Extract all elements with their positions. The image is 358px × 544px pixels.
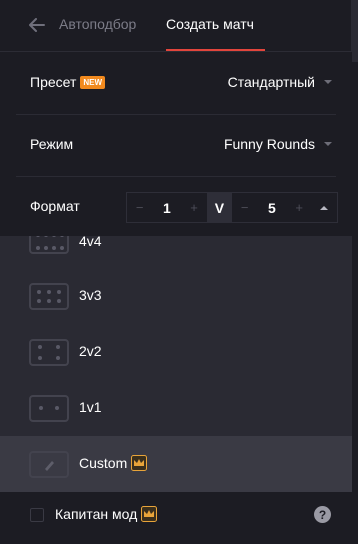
list-item-label: 2v2: [79, 343, 102, 359]
chevron-down-icon: [324, 142, 332, 146]
dice-six-icon: [29, 283, 69, 310]
team1-size-value: 1: [162, 199, 171, 216]
format-label: Формат: [30, 198, 80, 214]
custom-label: Custom: [79, 455, 128, 471]
list-item-3v3[interactable]: 3v3: [0, 268, 352, 324]
captain-mode-checkbox[interactable]: [30, 508, 44, 522]
crown-icon: [131, 455, 148, 472]
scrollbar-edge[interactable]: [351, 0, 358, 62]
preset-select[interactable]: Стандартный: [228, 74, 332, 90]
dice-two-icon: [29, 395, 69, 422]
team1-decrement-button[interactable]: −: [127, 193, 152, 222]
tab-auto-match[interactable]: Автоподбор: [59, 16, 136, 32]
mode-value: Funny Rounds: [223, 136, 315, 152]
team1-increment-button[interactable]: +: [181, 193, 206, 222]
preset-label: Пресет NEW: [30, 74, 106, 90]
versus-label: V: [206, 193, 233, 222]
preset-value: Стандартный: [227, 74, 315, 90]
format-dropdown-toggle[interactable]: [312, 193, 337, 222]
team2-decrement-button[interactable]: −: [232, 193, 257, 222]
list-item-label: Custom: [79, 455, 148, 472]
dice-four-icon: [29, 339, 69, 366]
mode-select[interactable]: Funny Rounds: [224, 136, 332, 152]
preset-label-text: Пресет: [30, 74, 77, 90]
team2-size-value: 5: [267, 199, 276, 216]
back-button[interactable]: [26, 14, 48, 36]
active-tab-indicator: [166, 49, 265, 51]
list-item-custom[interactable]: Custom: [0, 436, 352, 492]
chevron-up-icon: [320, 205, 329, 210]
mode-label: Режим: [30, 136, 74, 152]
pencil-box-icon: [29, 451, 69, 478]
team2-increment-button[interactable]: +: [286, 193, 311, 222]
mode-row: Режим Funny Rounds: [30, 114, 332, 176]
format-control: − 1 + V − 5 +: [126, 192, 338, 223]
crown-icon: [141, 506, 158, 523]
preset-row: Пресет NEW Стандартный: [30, 52, 332, 114]
arrow-left-icon: [29, 18, 45, 32]
captain-mode-label: Капитан мод: [55, 506, 158, 523]
chevron-down-icon: [324, 80, 332, 84]
top-bar: Автоподбор Создать матч: [0, 0, 358, 62]
captain-mode-text: Капитан мод: [55, 506, 138, 522]
list-item-1v1[interactable]: 1v1: [0, 380, 352, 436]
list-item-label: 1v1: [79, 399, 102, 415]
format-options-list: 4v4 3v3 2v2 1v1 Custom: [0, 210, 352, 492]
help-icon[interactable]: ?: [314, 506, 331, 523]
list-item-2v2[interactable]: 2v2: [0, 324, 352, 380]
list-item-label: 3v3: [79, 287, 102, 303]
tab-create-match[interactable]: Создать матч: [166, 16, 254, 32]
match-settings-panel: Пресет NEW Стандартный Режим Funny Rounds…: [0, 52, 352, 236]
footer-bar: Капитан мод ?: [0, 490, 358, 544]
new-badge: NEW: [80, 75, 106, 89]
